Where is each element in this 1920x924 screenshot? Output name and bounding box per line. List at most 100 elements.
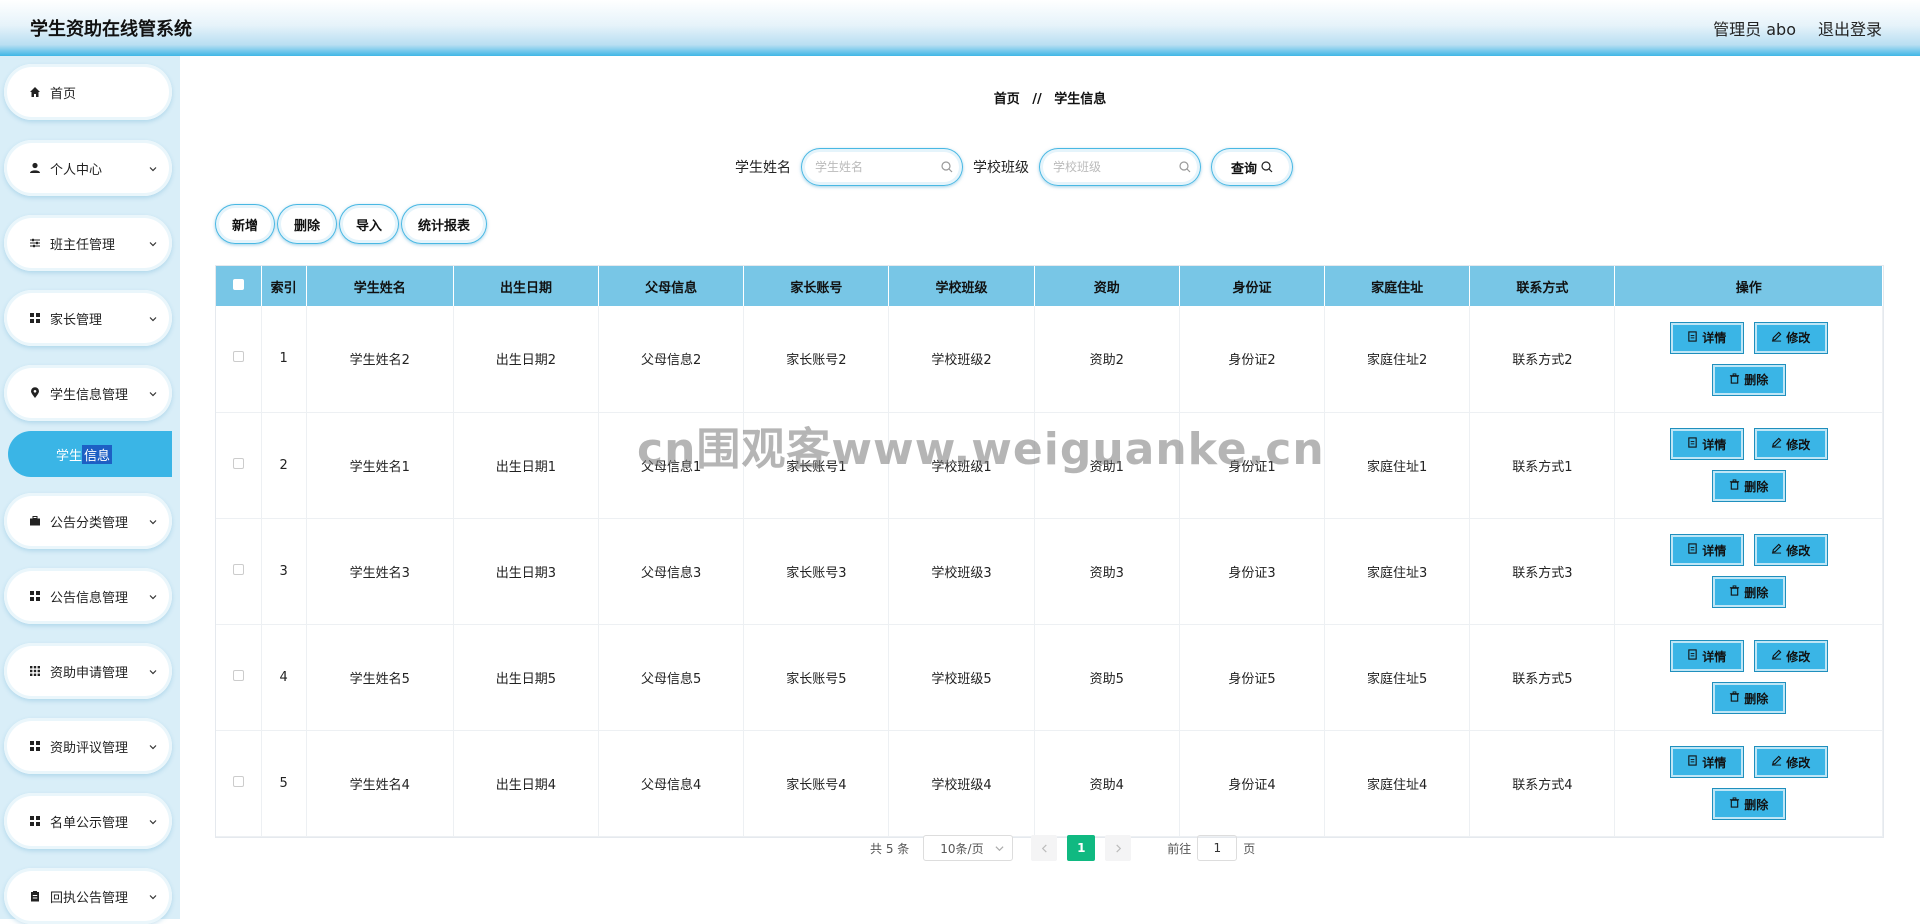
sidebar-item-label: 首页 bbox=[50, 86, 77, 102]
edit-button[interactable]: 修改 bbox=[1753, 321, 1828, 354]
table-row[interactable]: 5 学生姓名4 出生日期4 父母信息4 家长账号4 学校班级4 资助4 身份证4 家庭住址4 联系… bbox=[216, 730, 1883, 837]
row-checkbox[interactable] bbox=[232, 457, 244, 469]
breadcrumb-home[interactable]: 首页 bbox=[994, 92, 1020, 107]
edit-icon bbox=[1771, 649, 1782, 663]
table-cell: 身份证5 bbox=[1179, 624, 1326, 731]
trash-icon bbox=[1729, 373, 1740, 387]
table-cell: 资助4 bbox=[1034, 730, 1180, 837]
select-all-checkbox[interactable] bbox=[232, 278, 244, 290]
school-class-input[interactable] bbox=[1053, 160, 1179, 174]
sidebar-subitem-student-info[interactable]: 学生 信息 bbox=[8, 431, 172, 477]
pagination: 共 5 条 10条/页 1 前往 1 页 bbox=[870, 835, 1255, 861]
delete-row-button[interactable]: 删除 bbox=[1711, 576, 1786, 608]
sidebar-item-11[interactable]: 回执公告管理 bbox=[4, 868, 172, 924]
report-button[interactable]: 统计报表 bbox=[401, 204, 487, 244]
detail-button[interactable]: 详情 bbox=[1669, 321, 1744, 354]
detail-button[interactable]: 详情 bbox=[1669, 534, 1744, 566]
table-row[interactable]: 2 学生姓名1 出生日期1 父母信息1 家长账号1 学校班级1 资助1 身份证1 家庭住址1 联系… bbox=[216, 412, 1883, 519]
edit-label: 修改 bbox=[1786, 437, 1811, 452]
delete-label: 删除 bbox=[1744, 585, 1769, 600]
table-cell: 联系方式5 bbox=[1469, 624, 1616, 731]
action-bar: 新增 删除 导入 统计报表 bbox=[215, 204, 489, 244]
table-cell: 家庭住址4 bbox=[1324, 730, 1471, 837]
detail-button[interactable]: 详情 bbox=[1669, 746, 1744, 778]
goto-label: 前往 bbox=[1167, 841, 1192, 856]
chevron-down-icon bbox=[148, 741, 158, 751]
add-button[interactable]: 新增 bbox=[215, 204, 275, 244]
trash-icon bbox=[1729, 585, 1740, 599]
sidebar-item-label: 资助评议管理 bbox=[50, 740, 129, 756]
subitem-label-a: 学生 bbox=[56, 448, 83, 464]
edit-button[interactable]: 修改 bbox=[1753, 640, 1828, 672]
sidebar-item-10[interactable]: 名单公示管理 bbox=[4, 793, 172, 849]
table-row[interactable]: 1 学生姓名2 出生日期2 父母信息2 家长账号2 学校班级2 资助2 身份证2 家庭住址2 联系… bbox=[216, 306, 1883, 413]
row-checkbox[interactable] bbox=[232, 669, 244, 681]
row-checkbox[interactable] bbox=[232, 775, 244, 787]
subitem-label-b: 信息 bbox=[82, 444, 113, 464]
sidebar-item-1[interactable]: 首页 bbox=[4, 64, 172, 120]
school-class-field[interactable] bbox=[1039, 148, 1201, 186]
table-row[interactable]: 3 学生姓名3 出生日期3 父母信息3 家长账号3 学校班级3 资助3 身份证3 家庭住址3 联系… bbox=[216, 518, 1883, 625]
table-cell: 资助3 bbox=[1034, 518, 1180, 625]
table-cell: 学校班级3 bbox=[888, 518, 1035, 625]
detail-button[interactable]: 详情 bbox=[1669, 640, 1744, 672]
grid-icon bbox=[28, 589, 42, 603]
logout-link[interactable]: 退出登录 bbox=[1818, 16, 1882, 40]
sidebar-item-9[interactable]: 资助评议管理 bbox=[4, 718, 172, 774]
import-button[interactable]: 导入 bbox=[339, 204, 399, 244]
column-header: 身份证 bbox=[1179, 266, 1326, 306]
sidebar-item-8[interactable]: 资助申请管理 bbox=[4, 643, 172, 699]
next-page-button[interactable] bbox=[1105, 835, 1132, 861]
sidebar-item-4[interactable]: 家长管理 bbox=[4, 290, 172, 346]
query-button[interactable]: 查询 bbox=[1211, 148, 1293, 186]
pin-icon bbox=[28, 386, 42, 400]
prev-page-button[interactable] bbox=[1031, 835, 1058, 861]
select-all-cell[interactable] bbox=[216, 266, 262, 306]
app-title: 学生资助在线管系统 bbox=[30, 19, 192, 40]
row-select-cell[interactable] bbox=[216, 306, 262, 413]
page-size-value: 10条/页 bbox=[940, 841, 984, 856]
table-cell: 家长账号3 bbox=[743, 518, 890, 625]
student-name-label: 学生姓名 bbox=[735, 160, 791, 176]
table-row[interactable]: 4 学生姓名5 出生日期5 父母信息5 家长账号5 学校班级5 资助5 身份证5 家庭住址5 联系… bbox=[216, 624, 1883, 731]
student-name-field[interactable] bbox=[801, 148, 963, 186]
chevron-down-icon bbox=[995, 845, 1004, 851]
sidebar: 首页个人中心班主任管理家长管理学生信息管理 公告分类管理 公告信息管理 资助申请管理资… bbox=[0, 56, 180, 924]
delete-row-button[interactable]: 删除 bbox=[1711, 788, 1786, 820]
goto-page-input[interactable]: 1 bbox=[1197, 835, 1238, 861]
page-size-select[interactable]: 10条/页 bbox=[923, 835, 1014, 861]
row-select-cell[interactable] bbox=[216, 730, 262, 837]
student-name-input[interactable] bbox=[815, 160, 941, 174]
chevron-down-icon bbox=[148, 816, 158, 826]
delete-row-button[interactable]: 删除 bbox=[1711, 363, 1786, 396]
edit-button[interactable]: 修改 bbox=[1753, 746, 1828, 778]
grid-icon bbox=[28, 814, 42, 828]
table-cell: 资助2 bbox=[1034, 306, 1180, 413]
sidebar-item-5[interactable]: 学生信息管理 bbox=[4, 365, 172, 421]
table-cell: 出生日期1 bbox=[453, 412, 600, 519]
sidebar-item-6[interactable]: 公告分类管理 bbox=[4, 493, 172, 549]
edit-button[interactable]: 修改 bbox=[1753, 534, 1828, 566]
search-icon bbox=[941, 161, 953, 173]
page-number-current[interactable]: 1 bbox=[1067, 835, 1096, 861]
table-cell: 身份证1 bbox=[1179, 412, 1326, 519]
row-checkbox[interactable] bbox=[232, 563, 244, 575]
sidebar-item-7[interactable]: 公告信息管理 bbox=[4, 568, 172, 624]
admin-user[interactable]: 管理员 abo bbox=[1713, 16, 1796, 40]
row-select-cell[interactable] bbox=[216, 518, 262, 625]
edit-button[interactable]: 修改 bbox=[1753, 428, 1828, 460]
delete-row-button[interactable]: 删除 bbox=[1711, 682, 1786, 714]
detail-label: 详情 bbox=[1702, 331, 1727, 346]
trash-icon bbox=[1729, 691, 1740, 705]
sidebar-item-3[interactable]: 班主任管理 bbox=[4, 215, 172, 271]
delete-row-button[interactable]: 删除 bbox=[1711, 470, 1786, 502]
delete-label: 删除 bbox=[1744, 373, 1769, 388]
detail-label: 详情 bbox=[1702, 543, 1727, 558]
delete-button[interactable]: 删除 bbox=[277, 204, 337, 244]
sidebar-item-2[interactable]: 个人中心 bbox=[4, 140, 172, 196]
row-select-cell[interactable] bbox=[216, 412, 262, 519]
row-checkbox[interactable] bbox=[232, 351, 244, 363]
row-select-cell[interactable] bbox=[216, 624, 262, 731]
goto-page: 前往 1 页 bbox=[1167, 835, 1255, 861]
detail-button[interactable]: 详情 bbox=[1669, 428, 1744, 460]
